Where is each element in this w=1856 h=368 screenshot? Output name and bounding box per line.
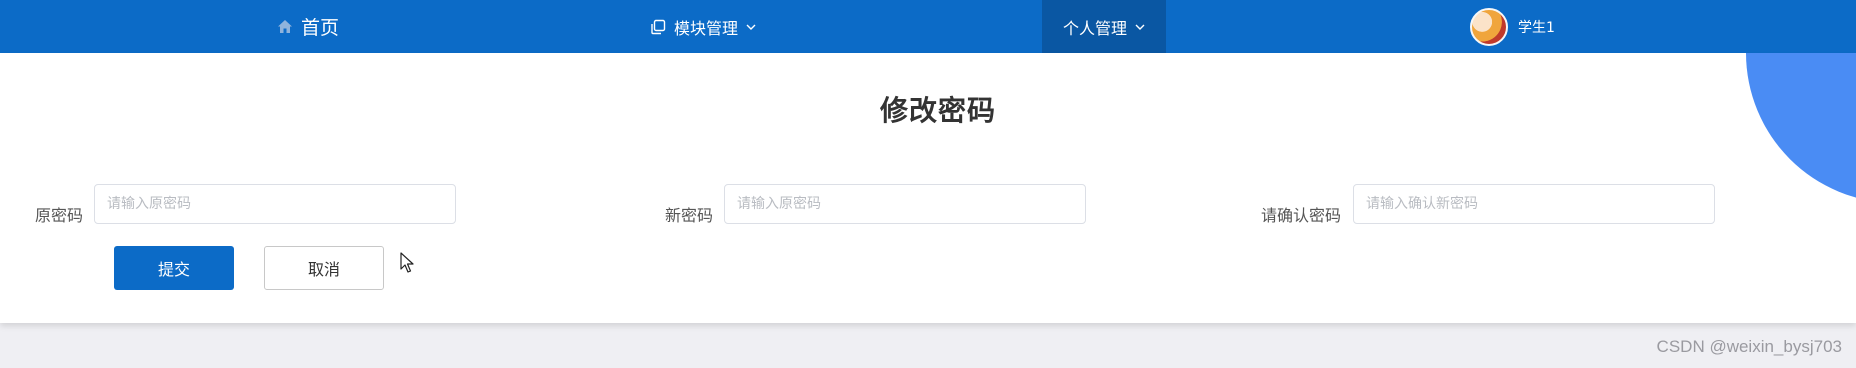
chevron-down-icon — [1135, 24, 1145, 30]
avatar — [1470, 7, 1508, 46]
nav-item-home[interactable]: 首页 — [258, 0, 358, 53]
nav-personal-label: 个人管理 — [1062, 18, 1127, 38]
nav-item-personal[interactable]: 个人管理 — [1042, 0, 1166, 53]
main-panel: 修改密码 原密码 新密码 请确认密码 提交 取消 — [0, 53, 1856, 323]
home-icon — [277, 19, 293, 34]
submit-button[interactable]: 提交 — [114, 246, 234, 290]
watermark: CSDN @weixin_bysj703 — [1656, 337, 1842, 356]
confirm-password-label: 请确认密码 — [1260, 206, 1341, 225]
nav-item-user[interactable]: 学生1 — [1470, 0, 1620, 53]
page-title: 修改密码 — [879, 94, 996, 127]
new-password-label: 新密码 — [664, 206, 713, 225]
cancel-button[interactable]: 取消 — [264, 246, 384, 290]
mouse-cursor-icon — [400, 252, 414, 278]
nav-item-modules[interactable]: 模块管理 — [628, 0, 778, 53]
new-password-input[interactable] — [724, 184, 1086, 224]
old-password-input[interactable] — [94, 184, 456, 224]
nav-home-label: 首页 — [300, 17, 339, 39]
confirm-password-input[interactable] — [1353, 184, 1715, 224]
user-name: 学生1 — [1518, 19, 1555, 36]
nav-modules-label: 模块管理 — [673, 18, 738, 38]
chevron-down-icon — [746, 24, 756, 30]
top-navigation-bar: 首页 模块管理 个人管理 学生1 — [0, 0, 1856, 53]
copy-icon — [650, 19, 666, 35]
old-password-label: 原密码 — [34, 206, 83, 225]
